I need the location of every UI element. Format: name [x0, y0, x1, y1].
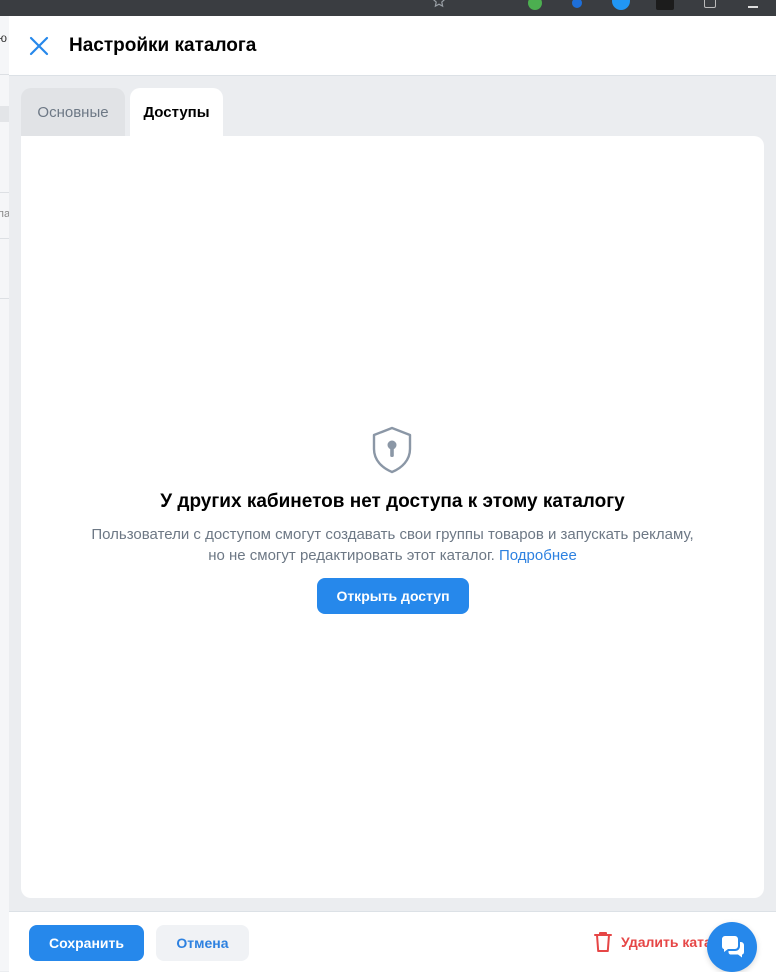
modal-footer: Сохранить Отмена Удалить каталог — [9, 911, 776, 972]
learn-more-link[interactable]: Подробнее — [499, 547, 577, 564]
empty-state-title: У других кабинетов нет доступа к этому к… — [160, 491, 625, 512]
description-line: Пользователи с доступом смогут создавать… — [91, 526, 694, 543]
modal-header: Настройки каталога — [9, 16, 776, 76]
menu-icon[interactable] — [704, 0, 716, 8]
tab-access[interactable]: Доступы — [130, 88, 223, 136]
extension-icon[interactable] — [572, 0, 582, 8]
tab-general[interactable]: Основные — [21, 88, 125, 136]
browser-toolbar — [0, 0, 776, 16]
modal-title: Настройки каталога — [69, 35, 257, 56]
description-line: но не смогут редактировать этот каталог.… — [21, 545, 764, 566]
catalog-settings-modal: Настройки каталога Основные Доступы У др… — [9, 16, 776, 972]
trash-icon — [594, 932, 612, 952]
access-panel: У других кабинетов нет доступа к этому к… — [21, 136, 764, 898]
background-block — [0, 106, 9, 122]
open-access-button[interactable]: Открыть доступ — [317, 578, 469, 614]
background-page: ю па — [0, 16, 9, 971]
chat-button[interactable] — [707, 922, 757, 972]
divider — [0, 238, 9, 239]
shield-lock-icon — [372, 426, 412, 474]
description-text: но не смогут редактировать этот каталог. — [208, 547, 495, 564]
divider — [0, 74, 9, 75]
extension-icon[interactable] — [612, 0, 630, 10]
chat-icon — [722, 936, 744, 958]
close-icon[interactable] — [28, 35, 50, 57]
download-icon[interactable] — [748, 0, 758, 8]
empty-state-description: Пользователи с доступом смогут создавать… — [21, 524, 764, 566]
divider — [0, 192, 9, 193]
extension-icon[interactable] — [528, 0, 542, 10]
background-text: ю — [0, 31, 7, 45]
divider — [0, 298, 9, 299]
star-icon[interactable] — [432, 0, 446, 8]
background-text: па — [0, 208, 9, 220]
cancel-button[interactable]: Отмена — [156, 925, 249, 961]
save-button[interactable]: Сохранить — [29, 925, 144, 961]
extension-icon[interactable] — [656, 0, 674, 10]
